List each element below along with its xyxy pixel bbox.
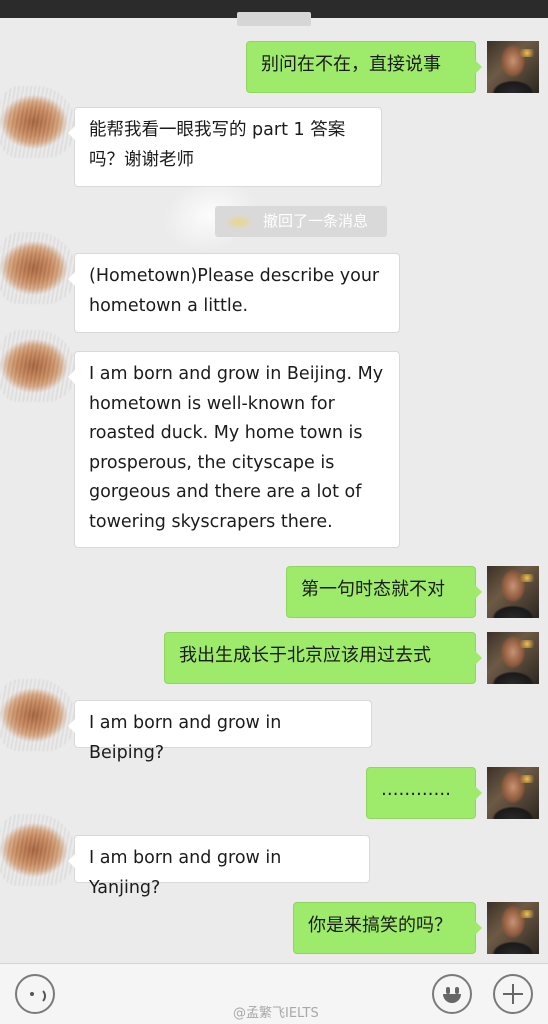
message-text: 第一句时态就不对	[301, 579, 445, 600]
contact-avatar[interactable]	[0, 814, 76, 886]
my-avatar[interactable]	[487, 566, 539, 618]
message-bubble-outgoing[interactable]: 我出生成长于北京应该用过去式	[164, 632, 482, 684]
contact-avatar[interactable]	[0, 679, 76, 751]
message-text: 别问在不在，直接说事	[261, 54, 441, 75]
contact-avatar[interactable]	[0, 86, 76, 158]
plus-icon[interactable]	[493, 974, 533, 1014]
message-text: (Hometown)Please describe your hometown …	[89, 266, 380, 316]
message-bubble-outgoing[interactable]: 你是来搞笑的吗？	[293, 902, 482, 954]
message-bubble-outgoing[interactable]: 第一句时态就不对	[286, 566, 482, 618]
message-bubble-incoming[interactable]: I am born and grow in Beijing. My hometo…	[68, 351, 400, 548]
message-text: I am born and grow in Yanjing?	[89, 848, 282, 898]
my-avatar[interactable]	[487, 632, 539, 684]
message-bubble-incoming[interactable]: (Hometown)Please describe your hometown …	[68, 253, 400, 333]
emoji-eye	[455, 987, 459, 994]
recalled-avatar-blur	[221, 210, 261, 234]
message-bubble-outgoing[interactable]: …………	[366, 767, 482, 819]
contact-avatar[interactable]	[0, 330, 76, 402]
emoji-icon[interactable]	[432, 974, 472, 1014]
recall-notice: 撤回了一条消息	[215, 206, 387, 237]
message-bubble-outgoing[interactable]: 别问在不在，直接说事	[246, 41, 482, 93]
emoji-eye	[446, 987, 450, 994]
emoji-mouth	[443, 994, 461, 1003]
my-avatar[interactable]	[487, 902, 539, 954]
recall-notice-text: 撤回了一条消息	[263, 212, 369, 230]
message-text: 你是来搞笑的吗？	[308, 915, 452, 936]
previous-notice	[237, 12, 311, 26]
my-avatar[interactable]	[487, 41, 539, 93]
contact-avatar[interactable]	[0, 232, 76, 304]
voice-icon[interactable]	[15, 974, 55, 1014]
message-text: I am born and grow in Beiping?	[89, 713, 282, 763]
message-text: …………	[381, 780, 451, 800]
my-avatar[interactable]	[487, 767, 539, 819]
message-bubble-incoming[interactable]: I am born and grow in Beiping?	[68, 700, 372, 763]
message-bubble-incoming[interactable]: I am born and grow in Yanjing?	[68, 835, 370, 898]
message-text: I am born and grow in Beijing. My hometo…	[89, 364, 384, 532]
message-text: 我出生成长于北京应该用过去式	[179, 645, 431, 666]
watermark: @孟繁飞IELTS	[233, 1006, 319, 1021]
